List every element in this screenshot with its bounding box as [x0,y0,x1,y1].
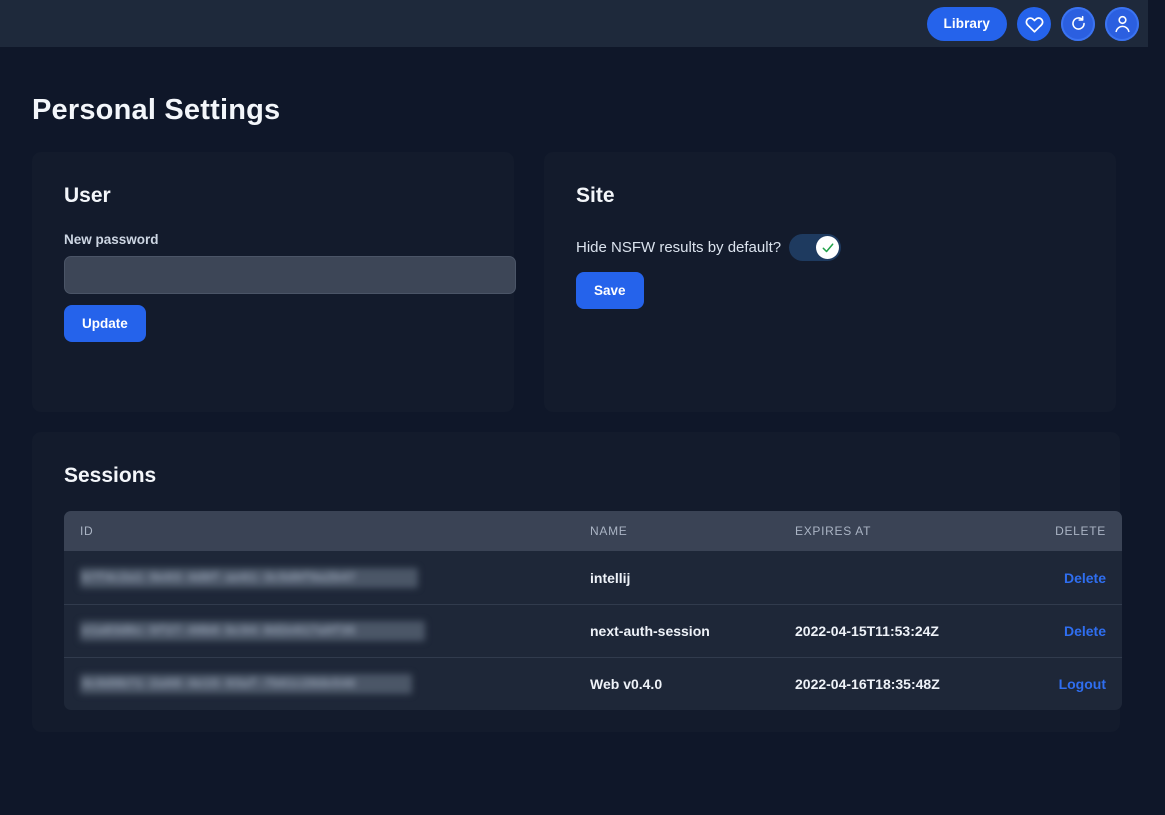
library-button[interactable]: Library [926,6,1007,41]
session-id-cell: e1a83d6c-5f27-49b0-bc94-8d2e617a0f35 [64,604,574,657]
site-settings-card: Site Hide NSFW results by default? Save [544,152,1116,412]
delete-session-link[interactable]: Delete [1064,623,1106,639]
session-name-cell: Web v0.4.0 [574,657,779,710]
column-header-id: ID [64,511,574,551]
favorites-button[interactable] [1017,6,1051,41]
session-expires-cell: 2022-04-16T18:35:48Z [779,657,1014,710]
site-card-title: Site [576,184,615,207]
scrollbar-gutter [1148,0,1165,815]
user-settings-card: User New password Update [32,152,516,412]
redacted-session-id: e1a83d6c-5f27-49b0-bc94-8d2e617a0f35 [80,621,425,641]
page-content: Personal Settings User New password Upda… [0,47,1148,732]
page-title: Personal Settings [32,94,281,126]
account-button[interactable] [1105,6,1139,41]
sessions-title: Sessions [64,464,157,487]
save-site-settings-button[interactable]: Save [576,272,644,309]
logout-session-link[interactable]: Logout [1059,676,1106,692]
table-row: b7f4c2a1-9e03-4d8f-ae61-3c5d0f9a2b47 int… [64,551,1122,604]
column-header-delete: DELETE [1014,511,1122,551]
nsfw-toggle-row: Hide NSFW results by default? [576,234,1100,261]
nsfw-toggle-label: Hide NSFW results by default? [576,239,782,256]
sessions-table-body: b7f4c2a1-9e03-4d8f-ae61-3c5d0f9a2b47 int… [64,551,1122,710]
session-expires-cell: 2022-04-15T11:53:24Z [779,604,1014,657]
redacted-session-id: 4c0d9b71-2a68-4e15-93af-7b61c28de540 [80,674,412,694]
redacted-session-id: b7f4c2a1-9e03-4d8f-ae61-3c5d0f9a2b47 [80,567,418,588]
refresh-button[interactable] [1061,6,1095,41]
delete-session-link[interactable]: Delete [1064,570,1106,586]
session-action-cell: Logout [1014,657,1122,710]
column-header-expires: EXPIRES AT [779,511,1014,551]
sessions-table: ID NAME EXPIRES AT DELETE b7f4c2a1-9e03-… [64,511,1122,710]
table-header-row: ID NAME EXPIRES AT DELETE [64,511,1122,551]
new-password-label: New password [64,232,159,247]
column-header-name: NAME [574,511,779,551]
session-id-cell: b7f4c2a1-9e03-4d8f-ae61-3c5d0f9a2b47 [64,551,574,604]
session-name-cell: next-auth-session [574,604,779,657]
toggle-knob [816,236,840,259]
top-navigation-bar: Library [0,0,1148,47]
heart-icon [1025,14,1044,33]
session-id-cell: 4c0d9b71-2a68-4e15-93af-7b61c28de540 [64,657,574,710]
table-row: 4c0d9b71-2a68-4e15-93af-7b61c28de540 Web… [64,657,1122,710]
new-password-input[interactable] [64,256,516,294]
hide-nsfw-toggle[interactable] [789,234,842,261]
update-password-button[interactable]: Update [64,305,146,342]
user-card-title: User [64,184,111,207]
user-avatar-icon [1112,13,1133,34]
session-expires-cell [779,551,1014,604]
session-action-cell: Delete [1014,604,1122,657]
settings-cards-row: User New password Update Site Hide NSFW … [32,152,1116,412]
refresh-icon [1069,14,1088,33]
session-action-cell: Delete [1014,551,1122,604]
table-row: e1a83d6c-5f27-49b0-bc94-8d2e617a0f35 nex… [64,604,1122,657]
sessions-table-header: ID NAME EXPIRES AT DELETE [64,511,1122,551]
sessions-card: Sessions ID NAME EXPIRES AT DELETE b7f4c… [32,432,1122,732]
session-name-cell: intellij [574,551,779,604]
check-icon [821,241,835,255]
